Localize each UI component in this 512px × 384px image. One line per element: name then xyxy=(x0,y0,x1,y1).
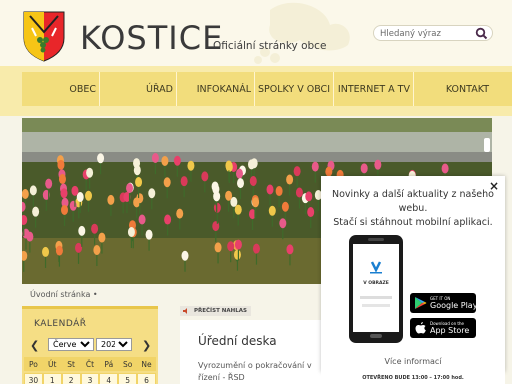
weekday-label: St xyxy=(61,357,81,371)
nav-item-spolky[interactable]: SPOLKY V OBCI xyxy=(255,72,334,106)
read-aloud-button[interactable]: PŘEČÍST NAHLAS xyxy=(180,306,251,316)
calendar-weekday-row: Po Út St Čt Pá So Ne xyxy=(24,357,156,373)
phone-brand-text: V OBRAZE xyxy=(363,280,389,286)
search-input[interactable] xyxy=(380,27,474,40)
weekday-label: Čt xyxy=(80,357,100,371)
calendar-title: KALENDÁŘ xyxy=(34,319,87,329)
popup-text-line-2: webu. xyxy=(398,203,428,214)
calendar-prev-icon[interactable]: ❮ xyxy=(30,339,39,352)
page-heading: Úřední deska xyxy=(198,334,277,348)
nav-item-urad[interactable]: ÚŘAD xyxy=(100,72,177,106)
more-info-link[interactable]: Více informací xyxy=(321,357,505,366)
weekday-label: Ne xyxy=(137,357,156,371)
weekday-label: Út xyxy=(42,357,62,371)
site-subtitle: Oficiální stránky obce xyxy=(213,40,327,52)
calendar-grid: Po Út St Čt Pá So Ne 30 1 2 3 4 5 6 xyxy=(24,357,156,384)
google-play-icon xyxy=(415,297,427,309)
calendar-next-icon[interactable]: ❯ xyxy=(142,339,151,352)
calendar-day[interactable]: 1 xyxy=(42,373,62,384)
google-play-button[interactable]: GET IT ON Google Play xyxy=(410,293,478,313)
nav-item-kontakt[interactable]: KONTAKT xyxy=(414,72,492,106)
popup-text-line-1: Novinky a další aktuality z našeho xyxy=(332,189,494,200)
opening-hours-strip: OTEVŘENO BUDE 13:00 – 17:00 hod. xyxy=(321,372,505,384)
calendar-year-select[interactable]: 2025 xyxy=(96,338,132,351)
weekday-label: Pá xyxy=(99,357,119,371)
calendar-day[interactable]: 2 xyxy=(61,373,81,384)
calendar-day[interactable]: 3 xyxy=(80,373,100,384)
calendar-day[interactable]: 6 xyxy=(137,373,156,384)
grape-leaf-decoration xyxy=(254,2,350,64)
calendar-day[interactable]: 4 xyxy=(99,373,119,384)
calendar-week-row: 30 1 2 3 4 5 6 xyxy=(24,373,156,384)
site-title[interactable]: KOSTICE xyxy=(80,18,223,58)
search-icon[interactable] xyxy=(475,27,488,40)
opening-hours-text: OTEVŘENO BUDE 13:00 – 17:00 hod. xyxy=(362,375,464,381)
apple-icon xyxy=(415,322,426,334)
calendar-widget: KALENDÁŘ ❮ Červenec 2025 ❯ Po Út St Čt P… xyxy=(22,306,158,384)
read-aloud-label: PŘEČÍST NAHLAS xyxy=(194,308,247,314)
calendar-day[interactable]: 30 xyxy=(24,373,43,384)
app-store-label: App Store xyxy=(430,326,470,335)
nav-item-obec[interactable]: OBEC xyxy=(22,72,100,106)
site-header: KOSTICE Oficiální stránky obce xyxy=(0,0,512,66)
google-play-label: Google Play xyxy=(430,301,478,310)
calendar-month-select[interactable]: Červenec xyxy=(48,338,94,351)
nav-bar: OBEC ÚŘAD INFOKANÁL SPOLKY V OBCI INTERN… xyxy=(22,72,512,106)
article-link[interactable]: Vyrozumění o pokračování v řízení - ŘSD xyxy=(198,360,326,384)
weekday-label: Po xyxy=(24,357,43,371)
mobile-app-popup: × Novinky a další aktuality z našeho web… xyxy=(321,176,505,372)
speaker-icon xyxy=(183,308,187,314)
hero-scroll-handle[interactable] xyxy=(484,138,490,152)
search-box xyxy=(373,25,493,41)
phone-mockup-image: V OBRAZE xyxy=(349,235,403,343)
content-card: Úřední deska Vyrozumění o pokračování v … xyxy=(180,320,330,384)
nav-item-internet-tv[interactable]: INTERNET A TV xyxy=(334,72,414,106)
popup-text-line-3: Stačí si stáhnout mobilní aplikaci. xyxy=(333,217,493,228)
weekday-label: So xyxy=(118,357,138,371)
calendar-day[interactable]: 5 xyxy=(118,373,138,384)
main-navigation: OBEC ÚŘAD INFOKANÁL SPOLKY V OBCI INTERN… xyxy=(0,66,512,116)
app-store-button[interactable]: Download on the App Store xyxy=(410,318,476,338)
breadcrumb[interactable]: Úvodní stránka • xyxy=(30,290,98,299)
village-crest-logo xyxy=(23,11,65,62)
nav-item-infokanal[interactable]: INFOKANÁL xyxy=(177,72,255,106)
